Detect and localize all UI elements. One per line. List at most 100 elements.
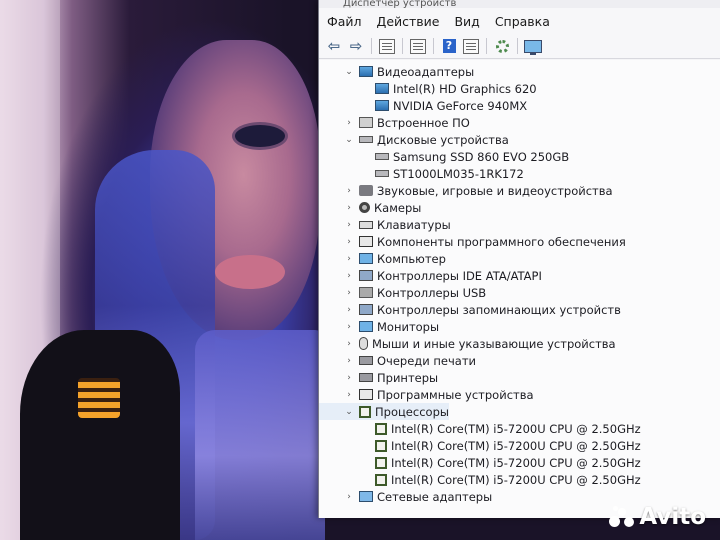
details-icon[interactable] (462, 38, 480, 54)
tree-category[interactable]: › Контроллеры USB (319, 284, 486, 301)
help-icon[interactable]: ? (440, 38, 458, 54)
tree-device[interactable]: Intel(R) Core(TM) i5-7200U CPU @ 2.50GHz (319, 420, 641, 437)
tree-item-label: Контроллеры IDE ATA/ATAPI (377, 268, 542, 283)
toolbar-separator (402, 38, 403, 54)
tree-category[interactable]: › Программные устройства (319, 386, 533, 403)
wallpaper-orange-light (78, 378, 120, 418)
collapsed-chevron-icon[interactable]: › (343, 254, 355, 264)
expanded-chevron-icon[interactable]: ⌄ (343, 135, 355, 145)
scan-icon[interactable] (493, 38, 511, 54)
menu-help[interactable]: Справка (495, 14, 550, 29)
firmware-icon (359, 117, 373, 128)
properties-icon[interactable] (378, 38, 396, 54)
tree-item-label: Звуковые, игровые и видеоустройства (377, 183, 613, 198)
forward-arrow-icon[interactable]: ⇨ (347, 37, 365, 55)
tree-category[interactable]: › Принтеры (319, 369, 438, 386)
tree-item-label: Камеры (374, 200, 422, 215)
tree-category[interactable]: › Звуковые, игровые и видеоустройства (319, 182, 613, 199)
collapsed-chevron-icon[interactable]: › (343, 356, 355, 366)
tree-category[interactable]: › Камеры (319, 199, 421, 216)
collapsed-chevron-icon[interactable]: › (343, 271, 355, 281)
wallpaper-lips (215, 255, 285, 289)
tree-category[interactable]: ⌄ Видеоадаптеры (319, 63, 474, 80)
tree-category[interactable]: › Встроенное ПО (319, 114, 470, 131)
disk-icon (375, 170, 389, 177)
tree-item-label: ST1000LM035-1RK172 (393, 166, 524, 181)
tree-item-label: Intel(R) Core(TM) i5-7200U CPU @ 2.50GHz (391, 455, 641, 470)
collapsed-chevron-icon[interactable]: › (343, 322, 355, 332)
collapsed-chevron-icon[interactable]: › (343, 203, 355, 213)
tree-device[interactable]: Intel(R) HD Graphics 620 (319, 80, 537, 97)
tree-item-label: Процессоры (375, 404, 449, 419)
display-adapter-icon (375, 83, 389, 94)
tree-category[interactable]: › Мыши и иные указывающие устройства (319, 335, 615, 352)
collapsed-chevron-icon[interactable]: › (343, 186, 355, 196)
tree-category[interactable]: › Контроллеры запоминающих устройств (319, 301, 621, 318)
keyboard-icon (359, 220, 373, 229)
tree-category[interactable]: › Компоненты программного обеспечения (319, 233, 626, 250)
tree-item-label: Intel(R) Core(TM) i5-7200U CPU @ 2.50GHz (391, 472, 641, 487)
avito-watermark: Avito (609, 504, 706, 530)
menu-view[interactable]: Вид (454, 14, 479, 29)
disk-icon (375, 153, 389, 160)
camera-icon (359, 202, 370, 213)
disk-icon (359, 136, 373, 143)
wallpaper-hair-right (195, 330, 325, 540)
cpu-icon (359, 405, 371, 418)
tree-item-label: Intel(R) HD Graphics 620 (393, 81, 537, 96)
menu-action[interactable]: Действие (377, 14, 440, 29)
device-tree: ⌄ Видеоадаптеры Intel(R) HD Graphics 620 NV… (319, 60, 720, 518)
cpu-icon (375, 422, 387, 435)
expanded-chevron-icon[interactable]: ⌄ (343, 67, 355, 77)
expanded-chevron-icon[interactable]: ⌄ (343, 407, 355, 417)
tree-item-label: Сетевые адаптеры (377, 489, 493, 504)
collapsed-chevron-icon[interactable]: › (343, 220, 355, 230)
tree-category[interactable]: › Мониторы (319, 318, 439, 335)
toolbar: ⇦ ⇨ ? (319, 34, 720, 59)
tree-category[interactable]: › Очереди печати (319, 352, 476, 369)
tree-item-label: Компоненты программного обеспечения (377, 234, 626, 249)
toolbar-separator (486, 38, 487, 54)
tree-device[interactable]: Intel(R) Core(TM) i5-7200U CPU @ 2.50GHz (319, 471, 641, 488)
tree-device[interactable]: Samsung SSD 860 EVO 250GB (319, 148, 569, 165)
collapsed-chevron-icon[interactable]: › (343, 339, 355, 349)
device-manager-window: Диспетчер устройств Файл Действие Вид Сп… (318, 0, 720, 518)
tree-category[interactable]: › Компьютер (319, 250, 446, 267)
mouse-icon (359, 337, 368, 350)
tree-category[interactable]: › Клавиатуры (319, 216, 451, 233)
avito-logo-icon (609, 506, 635, 528)
tree-item-label: Мониторы (377, 319, 440, 334)
printer-icon (359, 373, 373, 382)
collapsed-chevron-icon[interactable]: › (343, 305, 355, 315)
tree-item-label: NVIDIA GeForce 940MX (393, 98, 528, 113)
update-icon[interactable] (409, 38, 427, 54)
collapsed-chevron-icon[interactable]: › (343, 288, 355, 298)
collapsed-chevron-icon[interactable]: › (343, 237, 355, 247)
tree-device[interactable]: NVIDIA GeForce 940MX (319, 97, 527, 114)
tree-category[interactable]: › Сетевые адаптеры (319, 488, 492, 505)
storage-controller-icon (359, 304, 373, 315)
display-adapter-icon (375, 100, 389, 111)
avito-text: Avito (639, 504, 706, 530)
tree-item-label: Видеоадаптеры (377, 64, 475, 79)
collapsed-chevron-icon[interactable]: › (343, 118, 355, 128)
tree-item-label: Intel(R) Core(TM) i5-7200U CPU @ 2.50GHz (391, 438, 641, 453)
tree-item-label: Клавиатуры (377, 217, 451, 232)
software-device-icon (359, 389, 373, 400)
collapsed-chevron-icon[interactable]: › (343, 492, 355, 502)
tree-device[interactable]: ST1000LM035-1RK172 (319, 165, 524, 182)
tree-device[interactable]: Intel(R) Core(TM) i5-7200U CPU @ 2.50GHz (319, 454, 641, 471)
monitor-icon[interactable] (524, 38, 542, 55)
tree-item-label: Intel(R) Core(TM) i5-7200U CPU @ 2.50GHz (391, 421, 641, 436)
window-title: Диспетчер устройств (319, 0, 720, 8)
display-adapter-icon (359, 66, 373, 77)
tree-category[interactable]: ⌄ Дисковые устройства (319, 131, 509, 148)
tree-device[interactable]: Intel(R) Core(TM) i5-7200U CPU @ 2.50GHz (319, 437, 641, 454)
collapsed-chevron-icon[interactable]: › (343, 373, 355, 383)
collapsed-chevron-icon[interactable]: › (343, 390, 355, 400)
tree-category[interactable]: › Контроллеры IDE ATA/ATAPI (319, 267, 542, 284)
usb-icon (359, 287, 373, 298)
back-arrow-icon[interactable]: ⇦ (325, 37, 343, 55)
tree-category[interactable]: ⌄ Процессоры (319, 403, 449, 420)
menu-file[interactable]: Файл (327, 14, 362, 29)
